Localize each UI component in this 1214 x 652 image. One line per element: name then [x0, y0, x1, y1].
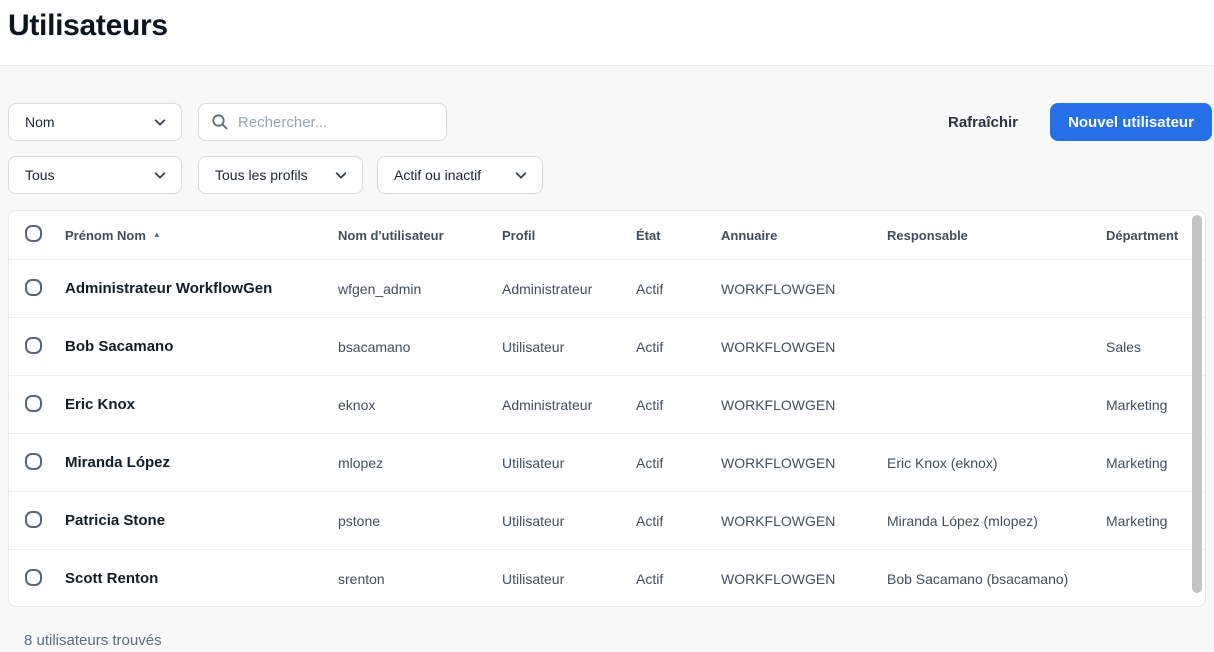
cell-profile: Utilisateur	[502, 513, 636, 529]
cell-department: Sales	[1106, 339, 1185, 355]
cell-profile: Administrateur	[502, 281, 636, 297]
table-row[interactable]: Eric Knox eknox Administrateur Actif WOR…	[9, 375, 1205, 433]
directory-filter-select[interactable]: Tous	[8, 156, 182, 194]
refresh-button[interactable]: Rafraîchir	[928, 103, 1038, 141]
cell-profile: Utilisateur	[502, 339, 636, 355]
cell-department: Marketing	[1106, 513, 1185, 529]
cell-state: Actif	[636, 397, 721, 413]
cell-directory: WORKFLOWGEN	[721, 281, 887, 297]
cell-state: Actif	[636, 513, 721, 529]
cell-directory: WORKFLOWGEN	[721, 339, 887, 355]
cell-state: Actif	[636, 455, 721, 471]
cell-username: eknox	[338, 397, 502, 413]
column-header-manager[interactable]: Responsable	[887, 228, 1106, 243]
cell-name: Eric Knox	[65, 396, 338, 413]
vertical-scrollbar[interactable]	[1192, 213, 1202, 606]
cell-username: mlopez	[338, 455, 502, 471]
status-filter-select[interactable]: Actif ou inactif	[377, 156, 543, 194]
new-user-button[interactable]: Nouvel utilisateur	[1050, 103, 1212, 141]
column-header-department[interactable]: Départment	[1106, 228, 1185, 243]
page-title: Utilisateurs	[8, 9, 168, 43]
row-checkbox[interactable]	[25, 337, 42, 354]
sort-field-select[interactable]: Nom	[8, 103, 182, 141]
row-checkbox[interactable]	[25, 569, 42, 586]
search-input[interactable]	[238, 114, 437, 131]
page-header: Utilisateurs	[0, 0, 1214, 66]
column-header-profile[interactable]: Profil	[502, 228, 636, 243]
cell-state: Actif	[636, 571, 721, 587]
column-header-state[interactable]: État	[636, 228, 721, 243]
chevron-down-icon	[334, 168, 348, 182]
table-row[interactable]: Patricia Stone pstone Utilisateur Actif …	[9, 491, 1205, 549]
cell-department: Marketing	[1106, 455, 1185, 471]
chevron-down-icon	[514, 168, 528, 182]
cell-profile: Administrateur	[502, 397, 636, 413]
cell-directory: WORKFLOWGEN	[721, 455, 887, 471]
profile-filter-value: Tous les profils	[215, 167, 308, 183]
directory-filter-value: Tous	[25, 167, 55, 183]
cell-directory: WORKFLOWGEN	[721, 571, 887, 587]
search-input-container[interactable]	[198, 103, 447, 141]
cell-manager: Miranda López (mlopez)	[887, 513, 1106, 529]
cell-username: srenton	[338, 571, 502, 587]
select-all-checkbox[interactable]	[25, 225, 42, 242]
cell-name: Administrateur WorkflowGen	[65, 280, 338, 297]
sort-field-select-value: Nom	[25, 114, 55, 130]
cell-name: Bob Sacamano	[65, 338, 338, 355]
column-header-username[interactable]: Nom d'utilisateur	[338, 228, 502, 243]
cell-username: pstone	[338, 513, 502, 529]
row-checkbox[interactable]	[25, 511, 42, 528]
cell-department: Marketing	[1106, 397, 1185, 413]
cell-state: Actif	[636, 339, 721, 355]
column-header-directory[interactable]: Annuaire	[721, 228, 887, 243]
cell-directory: WORKFLOWGEN	[721, 397, 887, 413]
users-table: Prénom Nom ▲ Nom d'utilisateur Profil Ét…	[8, 210, 1206, 607]
row-checkbox[interactable]	[25, 279, 42, 296]
profile-filter-select[interactable]: Tous les profils	[198, 156, 363, 194]
table-row[interactable]: Scott Renton srenton Utilisateur Actif W…	[9, 549, 1205, 607]
cell-username: wfgen_admin	[338, 281, 502, 297]
result-count: 8 utilisateurs trouvés	[24, 632, 162, 649]
cell-directory: WORKFLOWGEN	[721, 513, 887, 529]
cell-profile: Utilisateur	[502, 571, 636, 587]
cell-name: Miranda López	[65, 454, 338, 471]
row-checkbox[interactable]	[25, 453, 42, 470]
cell-state: Actif	[636, 281, 721, 297]
table-row[interactable]: Miranda López mlopez Utilisateur Actif W…	[9, 433, 1205, 491]
row-checkbox[interactable]	[25, 395, 42, 412]
cell-username: bsacamano	[338, 339, 502, 355]
search-icon	[211, 113, 229, 131]
sort-asc-icon: ▲	[153, 230, 161, 239]
table-row[interactable]: Administrateur WorkflowGen wfgen_admin A…	[9, 259, 1205, 317]
chevron-down-icon	[153, 168, 167, 182]
scrollbar-thumb[interactable]	[1192, 215, 1202, 593]
status-filter-value: Actif ou inactif	[394, 167, 481, 183]
cell-manager: Eric Knox (eknox)	[887, 455, 1106, 471]
chevron-down-icon	[153, 115, 167, 129]
cell-name: Patricia Stone	[65, 512, 338, 529]
cell-name: Scott Renton	[65, 570, 338, 587]
cell-manager: Bob Sacamano (bsacamano)	[887, 571, 1106, 587]
table-row[interactable]: Bob Sacamano bsacamano Utilisateur Actif…	[9, 317, 1205, 375]
column-header-name[interactable]: Prénom Nom ▲	[65, 228, 338, 243]
table-header-row: Prénom Nom ▲ Nom d'utilisateur Profil Ét…	[9, 211, 1205, 259]
cell-profile: Utilisateur	[502, 455, 636, 471]
